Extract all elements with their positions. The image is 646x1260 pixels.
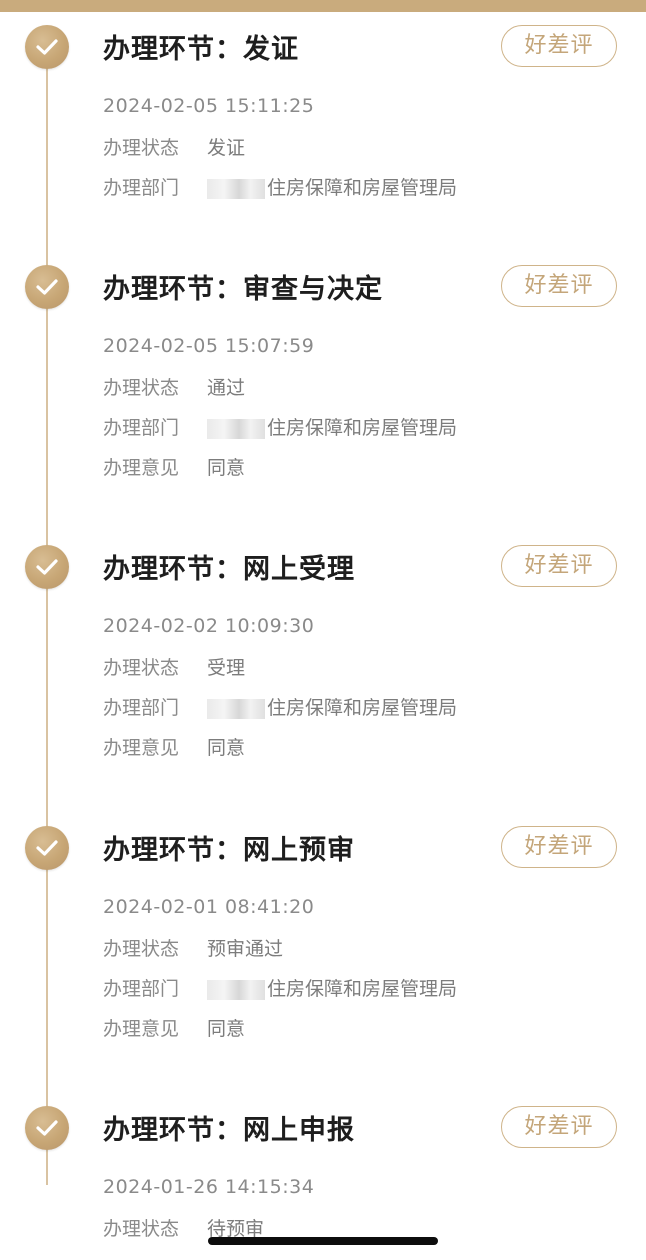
department-row: 办理部门 住房保障和房屋管理局: [103, 695, 457, 721]
rate-button[interactable]: 好差评: [501, 1106, 617, 1148]
department-label: 办理部门: [103, 177, 180, 199]
opinion-value: 同意: [207, 457, 246, 479]
opinion-label: 办理意见: [103, 457, 180, 479]
top-accent-bar: [0, 0, 646, 12]
rate-button[interactable]: 好差评: [501, 265, 617, 307]
opinion-value: 同意: [207, 737, 246, 759]
redacted-mask: [207, 698, 265, 719]
status-row: 办理状态 通过: [103, 375, 245, 401]
opinion-value: 同意: [207, 1018, 246, 1040]
timeline-line: [46, 45, 48, 1185]
opinion-label: 办理意见: [103, 737, 180, 759]
step-title: 办理环节：发证: [103, 34, 299, 65]
step-datetime: 2024-01-26 14:15:34: [103, 1176, 315, 1198]
department-label: 办理部门: [103, 978, 180, 1000]
step-datetime: 2024-02-02 10:09:30: [103, 615, 315, 637]
step-datetime: 2024-02-01 08:41:20: [103, 896, 315, 918]
department-row: 办理部门 住房保障和房屋管理局: [103, 415, 457, 441]
status-label: 办理状态: [103, 1218, 180, 1240]
step-title: 办理环节：网上预审: [103, 835, 355, 866]
rate-button[interactable]: 好差评: [501, 25, 617, 67]
check-icon: [25, 545, 69, 589]
opinion-row: 办理意见 同意: [103, 1016, 245, 1042]
step-title: 办理环节：网上受理: [103, 554, 355, 585]
status-value: 通过: [207, 377, 246, 399]
rate-button[interactable]: 好差评: [501, 545, 617, 587]
check-icon: [25, 25, 69, 69]
opinion-row: 办理意见 同意: [103, 735, 245, 761]
home-indicator[interactable]: [208, 1237, 438, 1245]
department-value: 住房保障和房屋管理局: [267, 697, 458, 719]
status-row: 办理状态 受理: [103, 655, 245, 681]
check-icon: [25, 826, 69, 870]
department-label: 办理部门: [103, 417, 180, 439]
status-value: 预审通过: [207, 938, 284, 960]
status-label: 办理状态: [103, 657, 180, 679]
status-label: 办理状态: [103, 938, 180, 960]
department-value: 住房保障和房屋管理局: [267, 417, 458, 439]
status-label: 办理状态: [103, 137, 180, 159]
status-row: 办理状态 预审通过: [103, 936, 283, 962]
redacted-mask: [207, 178, 265, 199]
department-label: 办理部门: [103, 697, 180, 719]
status-value: 受理: [207, 657, 246, 679]
opinion-row: 办理意见 同意: [103, 455, 245, 481]
status-label: 办理状态: [103, 377, 180, 399]
department-row: 办理部门 住房保障和房屋管理局: [103, 175, 457, 201]
redacted-mask: [207, 418, 265, 439]
redacted-mask: [207, 979, 265, 1000]
department-row: 办理部门 住房保障和房屋管理局: [103, 976, 457, 1002]
opinion-label: 办理意见: [103, 1018, 180, 1040]
step-title: 办理环节：网上申报: [103, 1115, 355, 1146]
status-value: 发证: [207, 137, 246, 159]
department-value: 住房保障和房屋管理局: [267, 978, 458, 1000]
rate-button[interactable]: 好差评: [501, 826, 617, 868]
step-datetime: 2024-02-05 15:11:25: [103, 95, 315, 117]
step-title: 办理环节：审查与决定: [103, 274, 383, 305]
status-row: 办理状态 发证: [103, 135, 245, 161]
check-icon: [25, 265, 69, 309]
department-value: 住房保障和房屋管理局: [267, 177, 458, 199]
step-datetime: 2024-02-05 15:07:59: [103, 335, 315, 357]
check-icon: [25, 1106, 69, 1150]
